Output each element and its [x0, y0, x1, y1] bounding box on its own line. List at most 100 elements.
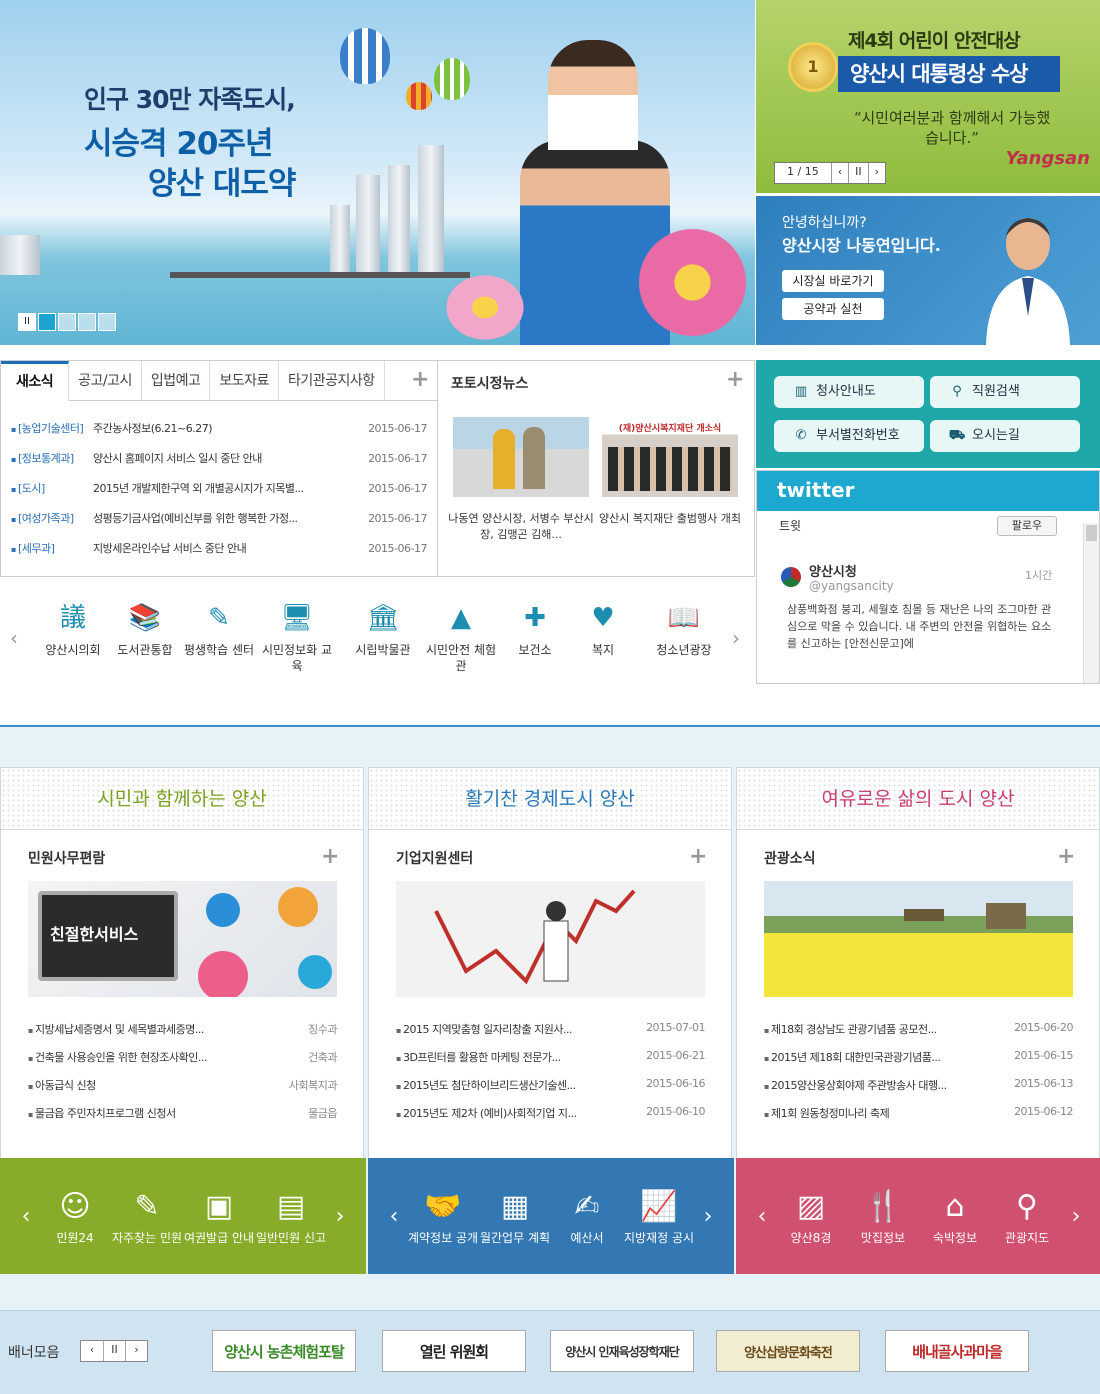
tab-new-news[interactable]: 새소식 [1, 361, 70, 401]
passport-link[interactable]: ▣ 여권발급 안내 [183, 1187, 255, 1246]
list-item[interactable]: 지방세납세증명서 및 세목별과세증명...징수과 [28, 1021, 338, 1037]
list-item[interactable]: 제18회 경상남도 관광기념품 공모전...2015-06-20 [764, 1021, 1074, 1037]
chevron-right-icon[interactable]: › [1063, 1204, 1089, 1229]
building-guide-button[interactable]: ▥ 청사안내도 [774, 376, 924, 408]
lodging-link[interactable]: ⌂ 숙박정보 [919, 1187, 991, 1246]
pause-button[interactable]: II [848, 163, 868, 183]
list-item[interactable]: [농업기술센터]주간농사정보(6.21~6.27) 2015-06-17 [1, 414, 437, 444]
it-education-link[interactable]: 🖥 시민정보화 교육 [260, 598, 334, 674]
scrollbar[interactable] [1083, 523, 1099, 683]
column-image[interactable] [396, 881, 705, 997]
slide-dot[interactable] [58, 313, 76, 331]
more-plus-icon[interactable]: + [1057, 844, 1075, 869]
tab-legislation[interactable]: 입법예고 [142, 361, 211, 400]
list-item[interactable]: 물금읍 주민자치프로그램 신청서물금읍 [28, 1105, 338, 1121]
news-title[interactable]: 지방세온라인수납 서비스 중단 안내 [93, 534, 363, 564]
more-plus-icon[interactable]: + [411, 367, 429, 392]
chevron-right-icon[interactable]: › [695, 1204, 721, 1229]
more-plus-icon[interactable]: + [689, 844, 707, 869]
safety-center-link[interactable]: ▲ 시민안전 체험관 [424, 598, 498, 674]
youth-plaza-link[interactable]: 📖 청소년광장 [644, 598, 724, 658]
more-plus-icon[interactable]: + [321, 844, 339, 869]
banner-sabryang-festival[interactable]: 양산삽량문화축전 [716, 1330, 860, 1372]
restaurant-link[interactable]: 🍴 맛집정보 [847, 1187, 919, 1246]
tweet-handle[interactable]: @yangsancity [809, 579, 894, 593]
next-button[interactable]: › [867, 163, 885, 183]
news-title[interactable]: 주간농사정보(6.21~6.27) [93, 414, 363, 444]
eight-views-link[interactable]: ▨ 양산8경 [775, 1187, 847, 1246]
item-title[interactable]: 물금읍 주민자치프로그램 신청서 [28, 1105, 308, 1121]
item-title[interactable]: 2015년도 제2차 (예비)사회적기업 지... [396, 1105, 646, 1121]
chevron-left-icon[interactable]: ‹ [10, 626, 18, 650]
item-title[interactable]: 건축물 사용승인을 위한 현장조사확인... [28, 1049, 308, 1065]
item-title[interactable]: 3D프린터를 활용한 마케팅 전문가... [396, 1049, 646, 1065]
staff-search-button[interactable]: ⚲ 직원검색 [930, 376, 1080, 408]
item-title[interactable]: 지방세납세증명서 및 세목별과세증명... [28, 1021, 308, 1037]
chevron-left-icon[interactable]: ‹ [381, 1204, 407, 1229]
finance-disclosure-link[interactable]: 📈 지방재정 공시 [623, 1187, 695, 1246]
list-item[interactable]: 아동급식 신청사회복지과 [28, 1077, 338, 1093]
monthly-plan-link[interactable]: ▦ 월간업무 계획 [479, 1187, 551, 1246]
item-title[interactable]: 2015년 제18회 대한민국관광기념품... [764, 1049, 1014, 1065]
list-item[interactable]: 2015년도 첨단하이브리드생산기술센...2015-06-16 [396, 1077, 706, 1093]
list-item[interactable]: [여성가족과]성평등기금사업(예비신부를 위한 행복한 가정... 2015-06… [1, 504, 437, 534]
list-item[interactable]: [도시]2015년 개발제한구역 외 개별공시지가 지목별... 2015-06-… [1, 474, 437, 504]
more-plus-icon[interactable]: + [726, 367, 744, 392]
tour-map-link[interactable]: ⚲ 관광지도 [991, 1187, 1063, 1246]
pause-button[interactable]: II [103, 1341, 125, 1361]
list-item[interactable]: [정보통계과]양산시 홈페이지 서비스 일시 중단 안내 2015-06-17 [1, 444, 437, 474]
list-item[interactable]: 2015년 제18회 대한민국관광기념품...2015-06-15 [764, 1049, 1074, 1065]
list-item[interactable]: [세무과]지방세온라인수납 서비스 중단 안내 2015-06-17 [1, 534, 437, 564]
tab-other-agency[interactable]: 타기관공지사항 [279, 361, 385, 400]
tab-press[interactable]: 보도자료 [210, 361, 279, 400]
directions-button[interactable]: ⛟ 오시는길 [930, 420, 1080, 452]
list-item[interactable]: 제1회 원동청정미나리 축제2015-06-12 [764, 1105, 1074, 1121]
item-title[interactable]: 제18회 경상남도 관광기념품 공모전... [764, 1021, 1014, 1037]
prev-button[interactable]: ‹ [830, 163, 848, 183]
photo-caption[interactable]: 양산시 복지재단 출범행사 개최 [595, 511, 745, 527]
chevron-left-icon[interactable]: ‹ [13, 1204, 39, 1229]
general-report-link[interactable]: ▤ 일반민원 신고 [255, 1187, 327, 1246]
list-item[interactable]: 2015 지역맞춤형 일자리창출 지원사...2015-07-01 [396, 1021, 706, 1037]
list-item[interactable]: 2015년도 제2차 (예비)사회적기업 지...2015-06-10 [396, 1105, 706, 1121]
list-item[interactable]: 건축물 사용승인을 위한 현장조사확인...건축과 [28, 1049, 338, 1065]
library-link[interactable]: 📚 도서관통합 [108, 598, 182, 658]
item-title[interactable]: 2015양산웅상회야제 주관방송사 대행... [764, 1077, 1014, 1093]
banner-farm-portal[interactable]: 양산시 농촌체험포탈 [212, 1330, 356, 1372]
item-title[interactable]: 제1회 원동청정미나리 축제 [764, 1105, 1014, 1121]
budget-link[interactable]: ✍ 예산서 [551, 1187, 623, 1246]
award-popup-banner[interactable]: 1 제4회 어린이 안전대상 양산시 대통령상 수상 “시민여러분과 함께해서 … [756, 0, 1100, 193]
health-center-link[interactable]: ✚ 보건소 [498, 598, 572, 658]
banner-open-committee[interactable]: 열린 위원회 [382, 1330, 526, 1372]
prev-button[interactable]: ‹ [81, 1341, 103, 1361]
news-title[interactable]: 2015년 개발제한구역 외 개별공시지가 지목별... [93, 474, 363, 504]
pause-button[interactable]: II [18, 313, 36, 331]
item-title[interactable]: 2015년도 첨단하이브리드생산기술센... [396, 1077, 646, 1093]
slide-dot[interactable] [78, 313, 96, 331]
item-title[interactable]: 2015 지역맞춤형 일자리창출 지원사... [396, 1021, 646, 1037]
column-image[interactable] [764, 881, 1073, 997]
list-item[interactable]: 3D프린터를 활용한 마케팅 전문가...2015-06-21 [396, 1049, 706, 1065]
mayor-office-button[interactable]: 시장실 바로가기 [782, 270, 884, 292]
follow-button[interactable]: 팔로우 [997, 516, 1057, 536]
phone-directory-button[interactable]: ✆ 부서별전화번호 [774, 420, 924, 452]
slide-dot[interactable] [38, 313, 56, 331]
learning-center-link[interactable]: ✎ 평생학습 센터 [182, 598, 256, 658]
welfare-link[interactable]: ♥ 복지 [566, 598, 640, 658]
news-title[interactable]: 성평등기금사업(예비신부를 위한 행복한 가정... [93, 504, 363, 534]
chevron-left-icon[interactable]: ‹ [749, 1204, 775, 1229]
next-button[interactable]: › [125, 1341, 147, 1361]
photo-thumbnail[interactable]: (재)양산시복지재단 개소식 [602, 417, 738, 497]
tab-notice[interactable]: 공고/고시 [69, 361, 142, 400]
column-image[interactable]: 친절한서비스 [28, 881, 337, 997]
photo-caption[interactable]: 나동연 양산시장, 서병수 부산시장, 김맹곤 김해... [446, 511, 596, 543]
faq-minwon-link[interactable]: ✎ 자주찾는 민원 [111, 1187, 183, 1246]
list-item[interactable]: 2015양산웅상회야제 주관방송사 대행...2015-06-13 [764, 1077, 1074, 1093]
contract-info-link[interactable]: 🤝 계약정보 공개 [407, 1187, 479, 1246]
hero-slider[interactable]: 인구 30만 자족도시, 시승격 20주년 양산 대도약 II [0, 0, 755, 345]
tweet-author[interactable]: 양산시청 [809, 561, 857, 580]
council-link[interactable]: 議 양산시의회 [36, 598, 110, 658]
item-title[interactable]: 아동급식 신청 [28, 1077, 289, 1093]
banner-apple-village[interactable]: 배내골사과마을 [885, 1330, 1029, 1372]
chevron-right-icon[interactable]: › [327, 1204, 353, 1229]
